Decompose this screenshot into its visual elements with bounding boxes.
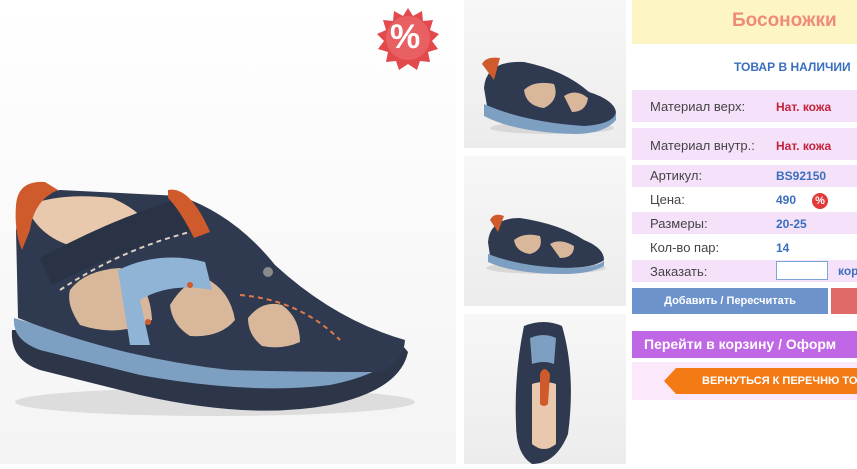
product-title-bar: Босоножки	[632, 0, 857, 44]
stock-status: ТОВАР В НАЛИЧИИ	[734, 60, 851, 74]
thumbnail-side-view[interactable]	[464, 0, 626, 148]
lining-material-value: Нат. кожа	[776, 139, 832, 153]
go-to-cart-label: Перейти в корзину / Оформ	[644, 336, 837, 352]
secondary-action-button[interactable]	[831, 288, 857, 314]
back-to-list-button[interactable]: ВЕРНУТЬСЯ К ПЕРЕЧНЮ ТОВ	[664, 368, 857, 394]
article-label: Артикул:	[650, 168, 703, 183]
article-value: BS92150	[776, 169, 827, 183]
order-quantity-input[interactable]	[776, 261, 828, 280]
price-value: 490	[776, 193, 797, 207]
add-recalculate-button[interactable]: Добавить / Пересчитать	[632, 288, 828, 314]
product-title: Босоножки	[732, 10, 837, 31]
pairs-count-value: 14	[776, 241, 790, 255]
sale-badge-label: %	[390, 18, 421, 56]
back-to-list-area: ВЕРНУТЬСЯ К ПЕРЕЧНЮ ТОВ	[632, 362, 857, 400]
price-discount-icon: %	[812, 193, 828, 209]
upper-material-value: Нат. кожа	[776, 100, 832, 114]
go-to-cart-button[interactable]: Перейти в корзину / Оформ	[632, 331, 857, 358]
price-label: Цена:	[650, 192, 685, 207]
back-to-list-label: ВЕРНУТЬСЯ К ПЕРЕЧНЮ ТОВ	[702, 375, 857, 387]
sizes-value: 20-25	[776, 217, 807, 231]
cart-link[interactable]: кор	[838, 264, 857, 278]
thumbnail-angle-view[interactable]	[464, 156, 626, 306]
order-label: Заказать:	[650, 264, 708, 279]
thumbnail-top-view[interactable]	[464, 314, 626, 464]
upper-material-label: Материал верх:	[650, 99, 746, 114]
sale-badge: %	[376, 6, 440, 70]
pairs-count-label: Кол-во пар:	[650, 240, 720, 255]
lining-material-label: Материал внутр.:	[650, 138, 755, 153]
sizes-label: Размеры:	[650, 216, 708, 231]
